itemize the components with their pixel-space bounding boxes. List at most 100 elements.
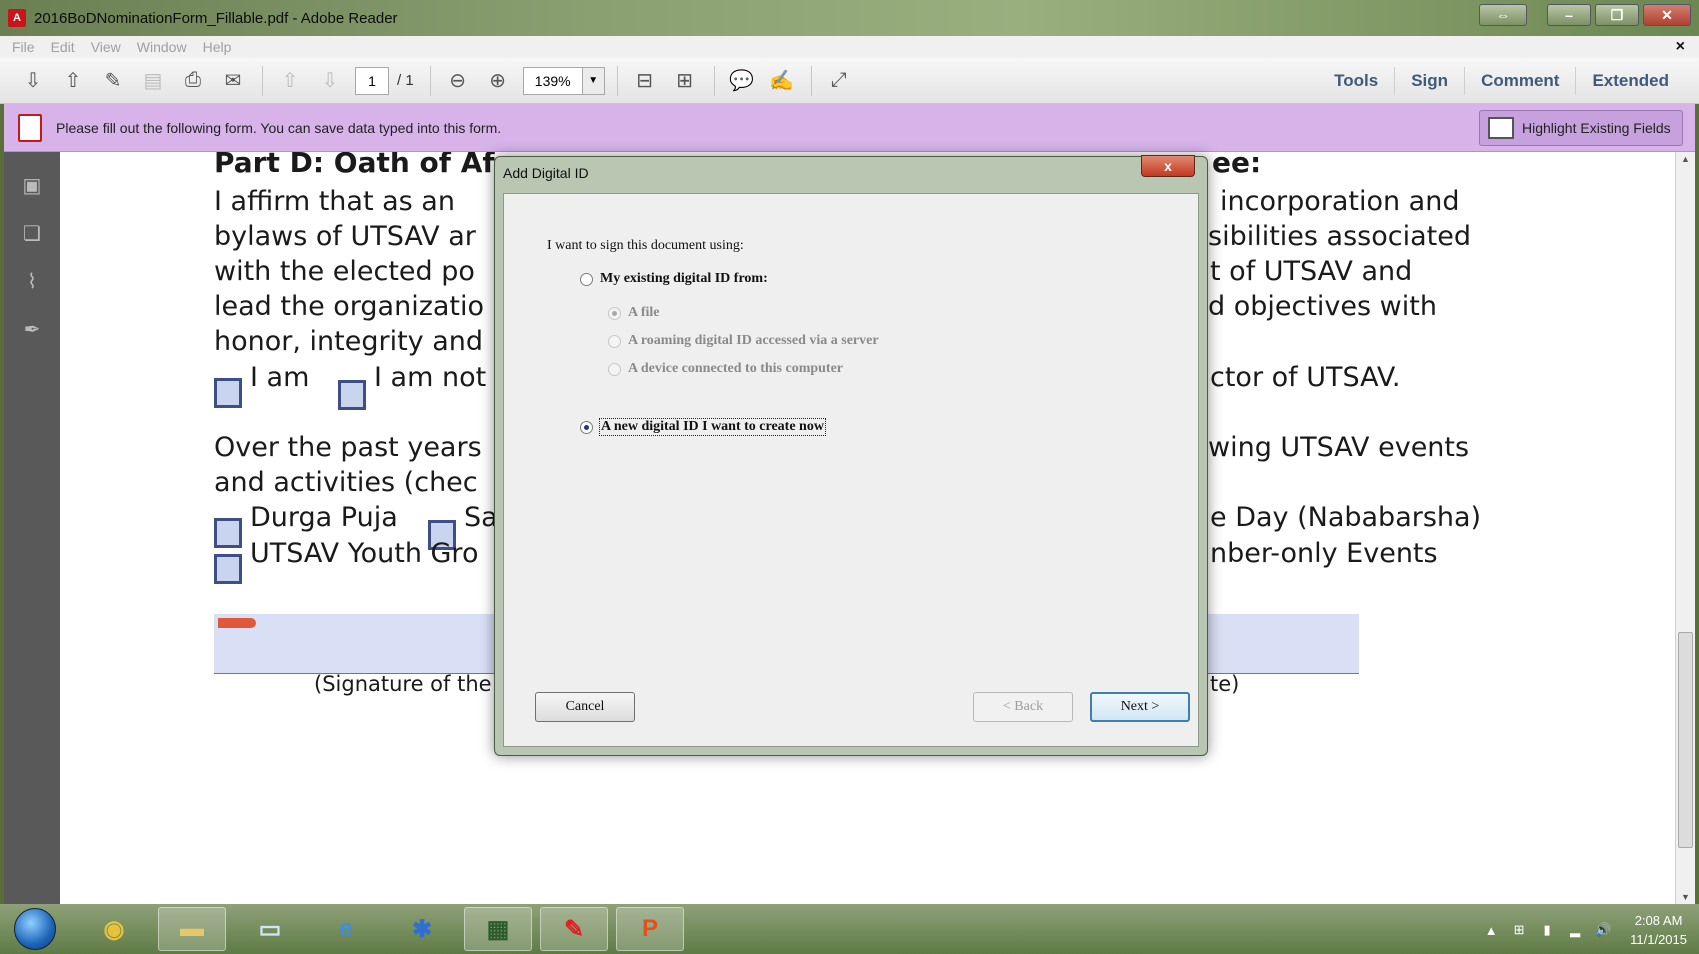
bookmarks-icon[interactable]: ❏ (17, 218, 47, 248)
menu-help[interactable]: Help (203, 39, 232, 55)
date-caption: te) (1210, 672, 1240, 696)
section-heading-tail: ee: (1212, 152, 1262, 179)
toolbar-separator (262, 65, 263, 96)
print-icon[interactable]: ⎙ (178, 66, 208, 96)
task-panes: Tools Sign Comment Extended (1318, 58, 1685, 104)
signatures-icon[interactable]: ✒ (17, 314, 47, 344)
oath-line: bylaws of UTSAV ar (214, 221, 476, 252)
dialog-close-button[interactable]: x (1141, 155, 1195, 177)
maximize-button[interactable]: ❐ (1595, 4, 1639, 26)
menu-bar: File Edit View Window Help × (0, 36, 1699, 58)
sign-pane-link[interactable]: Sign (1394, 67, 1464, 95)
show-hidden-icons-icon[interactable]: ▲ (1482, 921, 1500, 939)
window-controls: ⇔ – ❐ ✕ (1479, 4, 1691, 26)
signature-caption: (Signature of the (314, 672, 492, 696)
start-button[interactable] (14, 908, 56, 950)
form-message: Please fill out the following form. You … (56, 119, 502, 136)
oath-line: honor, integrity and (214, 326, 484, 357)
oath-line-tail: incorporation and (1220, 186, 1460, 217)
scroll-up-icon[interactable]: ▲ (1681, 154, 1690, 164)
clock[interactable]: 2:08 AM 11/1/2015 (1630, 911, 1687, 949)
clock-date: 11/1/2015 (1630, 932, 1687, 947)
events-intro: Over the past years (214, 432, 482, 463)
add-digital-id-dialog: Add Digital ID x I want to sign this doc… (494, 155, 1208, 756)
scrollbar-thumb[interactable] (1678, 632, 1693, 848)
fit-width-icon[interactable]: ⊞ (670, 66, 700, 96)
toolbar: ⇩ ⇧ ✎ ▤ ⎙ ✉ ⇧ ⇩ 1 / 1 ⊖ ⊕ 139% ▼ ⊟ ⊞ 💬 ✍… (0, 58, 1699, 104)
comment-pane-link[interactable]: Comment (1464, 67, 1575, 95)
chrome-icon[interactable]: ◉ (80, 907, 148, 951)
new-id-radio[interactable] (580, 420, 593, 434)
member-only-label: nber-only Events (1210, 538, 1438, 569)
volume-icon[interactable]: 🔊 (1594, 921, 1612, 939)
oath-line: with the elected po (214, 256, 475, 287)
attachments-icon[interactable]: ⌇ (17, 266, 47, 296)
i-am-not-checkbox[interactable] (338, 380, 366, 410)
dialog-title: Add Digital ID (503, 165, 589, 181)
new-id-option[interactable]: A new digital ID I want to create now (580, 418, 826, 436)
durga-puja-checkbox[interactable] (214, 518, 242, 548)
highlight-text-icon[interactable]: ✍ (767, 66, 797, 96)
toolbar-separator (810, 65, 812, 96)
roaming-option: A roaming digital ID accessed via a serv… (608, 333, 879, 349)
director-text: ctor of UTSAV. (1210, 362, 1401, 393)
internet-explorer-icon[interactable]: e (312, 907, 380, 951)
zoom-in-icon[interactable]: ⊕ (483, 66, 513, 96)
tools-pane-link[interactable]: Tools (1318, 67, 1394, 95)
full-screen-icon[interactable]: ⤢ (824, 66, 854, 96)
scroll-down-icon[interactable]: ▼ (1681, 892, 1690, 902)
back-button[interactable]: < Back (973, 692, 1073, 722)
roaming-radio (608, 334, 621, 348)
powerpoint-icon[interactable]: P (616, 907, 684, 951)
zoom-out-icon[interactable]: ⊖ (443, 66, 473, 96)
comment-icon[interactable]: 💬 (727, 66, 757, 96)
oath-line-tail: d objectives with (1208, 291, 1437, 322)
windows-flag-icon[interactable]: ⊞ (1510, 921, 1528, 939)
extended-pane-link[interactable]: Extended (1575, 67, 1685, 95)
highlight-existing-fields-button[interactable]: Highlight Existing Fields (1479, 110, 1683, 146)
device-radio (608, 362, 621, 376)
existing-id-option[interactable]: My existing digital ID from: (580, 271, 768, 287)
remote-desktop-icon[interactable]: ▭ (236, 907, 304, 951)
vertical-scrollbar[interactable]: ▲ ▼ (1675, 152, 1695, 904)
export-pdf-icon[interactable]: ⇧ (58, 66, 88, 96)
edit-pdf-icon[interactable]: ✎ (98, 66, 128, 96)
file-explorer-icon[interactable]: ▬ (158, 907, 226, 951)
adobe-reader-icon: A (8, 9, 26, 27)
next-page-icon[interactable]: ⇩ (315, 66, 345, 96)
youth-group-checkbox[interactable] (214, 554, 242, 584)
device-icon[interactable]: ▮ (1538, 921, 1556, 939)
menu-window[interactable]: Window (137, 39, 187, 55)
close-button[interactable]: ✕ (1643, 4, 1691, 26)
oath-line: lead the organizatio (214, 291, 485, 322)
cancel-button[interactable]: Cancel (535, 692, 635, 722)
form-message-bar: Please fill out the following form. You … (4, 104, 1695, 152)
network-icon[interactable]: ▂ (1566, 921, 1584, 939)
existing-id-radio[interactable] (580, 272, 593, 286)
previous-page-icon[interactable]: ⇧ (275, 66, 305, 96)
menu-edit[interactable]: Edit (51, 39, 75, 55)
create-pdf-icon[interactable]: ⇩ (18, 66, 48, 96)
zoom-input[interactable]: 139% (522, 66, 583, 95)
read-mode-icon[interactable]: ⇔ (1479, 4, 1527, 26)
file-label: A file (628, 305, 660, 320)
menu-file[interactable]: File (12, 39, 35, 55)
next-button[interactable]: Next > (1090, 692, 1190, 722)
page-number-input[interactable]: 1 (355, 66, 389, 95)
events-intro: and activities (chec (214, 467, 478, 498)
close-document-icon[interactable]: × (1676, 38, 1685, 56)
page-thumbnails-icon[interactable]: ▣ (17, 170, 47, 200)
email-icon[interactable]: ✉ (218, 66, 248, 96)
highlight-fields-icon (1488, 117, 1514, 139)
zoom-dropdown-icon[interactable]: ▼ (582, 66, 605, 95)
i-am-checkbox[interactable] (214, 378, 242, 408)
save-icon[interactable]: ▤ (138, 66, 168, 96)
desktop-app-icon[interactable]: ▦ (464, 907, 532, 951)
adobe-reader-task-icon[interactable]: ✎ (540, 907, 608, 951)
oath-line-tail: sibilities associated (1208, 221, 1471, 252)
minimize-button[interactable]: – (1547, 4, 1591, 26)
menu-view[interactable]: View (91, 39, 121, 55)
device-option: A device connected to this computer (608, 361, 843, 377)
bluetooth-icon[interactable]: ✱ (388, 907, 456, 951)
fit-page-icon[interactable]: ⊟ (630, 66, 660, 96)
